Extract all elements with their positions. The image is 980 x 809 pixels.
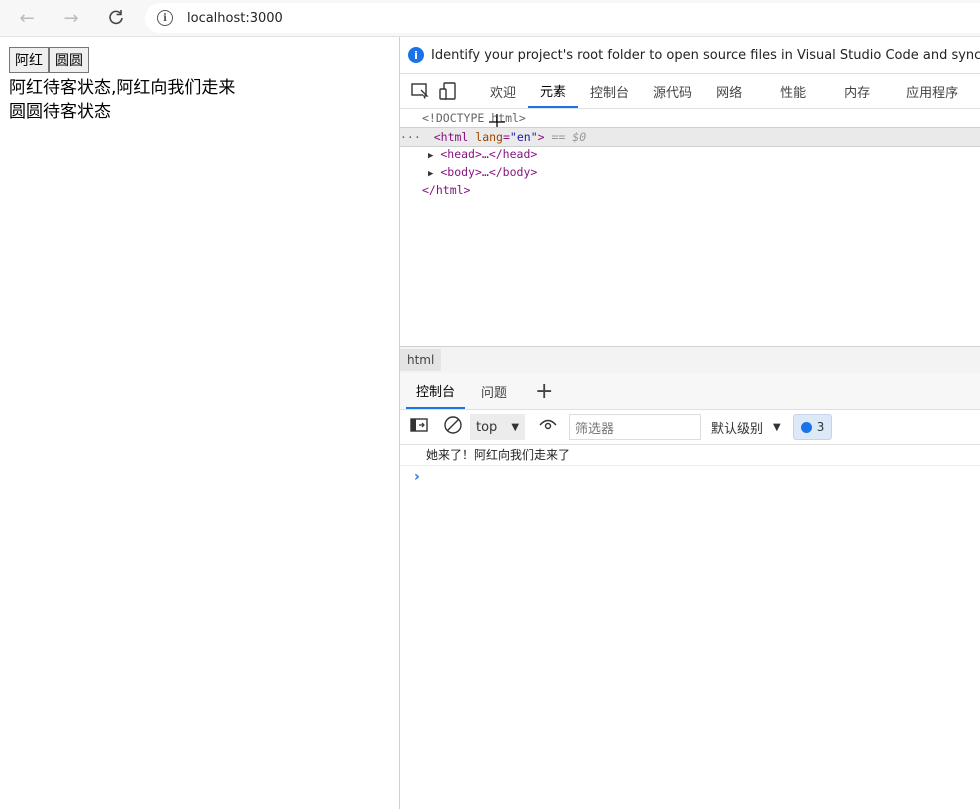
selected-marker: == $0 [551,130,587,144]
breadcrumb-html[interactable]: html [400,349,442,371]
yuanyuan-button[interactable]: 圆圆 [49,47,89,73]
body-node[interactable]: ▶ <body>…</body> [400,163,980,181]
drawer-tabs: 控制台 问题 + [400,373,980,410]
inspect-element-icon[interactable] [406,77,434,105]
status-line-2: 圆圆待客状态 [9,102,111,122]
ellipsis-icon[interactable]: ··· [400,130,421,144]
devtools-infobar: i Identify your project's root folder to… [400,37,980,74]
button-group: 阿红 圆圆 [9,47,89,73]
tab-sources[interactable]: 源代码 [641,74,704,108]
ahong-button[interactable]: 阿红 [9,47,49,73]
add-tab-plus-icon[interactable]: + [535,379,553,404]
head-node[interactable]: ▶ <head>…</head> [400,145,980,163]
url-text: localhost:3000 [187,10,283,26]
devtools-tabs: 欢迎 元素 控制台 源代码 网络 性能 内存 应用程序 [400,74,980,109]
site-info-icon[interactable]: i [157,10,173,26]
devtools-panel: i Identify your project's root folder to… [400,37,980,809]
filter-placeholder: 筛选器 [575,421,615,437]
elements-tree: <!DOCTYPE html> ··· <html lang="en"> == … [400,109,980,346]
infobar-text: Identify your project's root folder to o… [431,47,980,63]
tab-elements[interactable]: 元素 [528,74,579,108]
context-select[interactable]: top ▼ [470,414,526,440]
console-prompt-icon[interactable]: › [414,469,420,485]
chevron-down-icon: ▼ [773,421,781,433]
device-toolbar-icon[interactable] [434,77,462,105]
drawer-tab-issues[interactable]: 问题 [471,373,517,409]
tab-network[interactable]: 网络 [704,74,754,108]
message-count: 3 [816,420,825,434]
lang-value: "en" [509,130,538,144]
address-bar[interactable]: i localhost:3000 [145,3,980,33]
web-page: 阿红 圆圆 阿红待客状态,阿红向我们走来 圆圆待客状态 [0,37,400,809]
reload-icon[interactable] [104,6,128,30]
message-count-badge[interactable]: 3 [792,414,833,440]
log-level-value: 默认级别 [711,421,764,437]
tab-console[interactable]: 控制台 [578,74,641,108]
tab-performance[interactable]: 性能 [768,74,818,108]
console-toolbar: top ▼ 筛选器 默认级别 ▼ 3 [400,410,980,445]
back-arrow-icon[interactable]: ← [15,6,39,30]
context-value: top [476,419,498,435]
browser-toolbar: ← → i localhost:3000 [0,0,980,37]
expand-triangle-icon[interactable]: ▶ [428,151,433,161]
tab-memory[interactable]: 内存 [832,74,882,108]
head-tag: <head>…</head> [440,147,538,161]
expand-triangle-icon[interactable]: ▶ [428,169,433,179]
filter-input[interactable]: 筛选器 [569,414,702,440]
html-close-node[interactable]: </html> [400,181,980,199]
status-line-1: 阿红待客状态,阿红向我们走来 [9,78,236,98]
body-tag: <body>…</body> [440,165,538,179]
console-log-entry: 她来了！阿红向我们走来了 [400,445,980,466]
tab-application[interactable]: 应用程序 [894,74,970,108]
doctype-text: <!DOCTYPE html> [422,111,526,125]
drawer-tab-console[interactable]: 控制台 [406,373,466,409]
live-expression-eye-icon[interactable] [539,419,557,435]
tab-welcome[interactable]: 欢迎 [478,74,528,108]
html-open-tag: <html [433,130,469,144]
html-close-tag: </html> [422,183,471,197]
log-level-select[interactable]: 默认级别 ▼ [711,418,781,437]
lang-attr: lang [475,130,503,144]
doctype-node[interactable]: <!DOCTYPE html> [400,109,980,127]
message-icon [800,421,812,433]
clear-console-icon[interactable] [444,416,462,438]
breadcrumb: html [400,346,980,374]
sidebar-toggle-icon[interactable] [410,418,428,436]
chevron-down-icon: ▼ [511,421,520,433]
info-icon: i [408,47,424,63]
html-node[interactable]: ··· <html lang="en"> == $0 [400,127,980,147]
forward-arrow-icon[interactable]: → [59,6,83,30]
